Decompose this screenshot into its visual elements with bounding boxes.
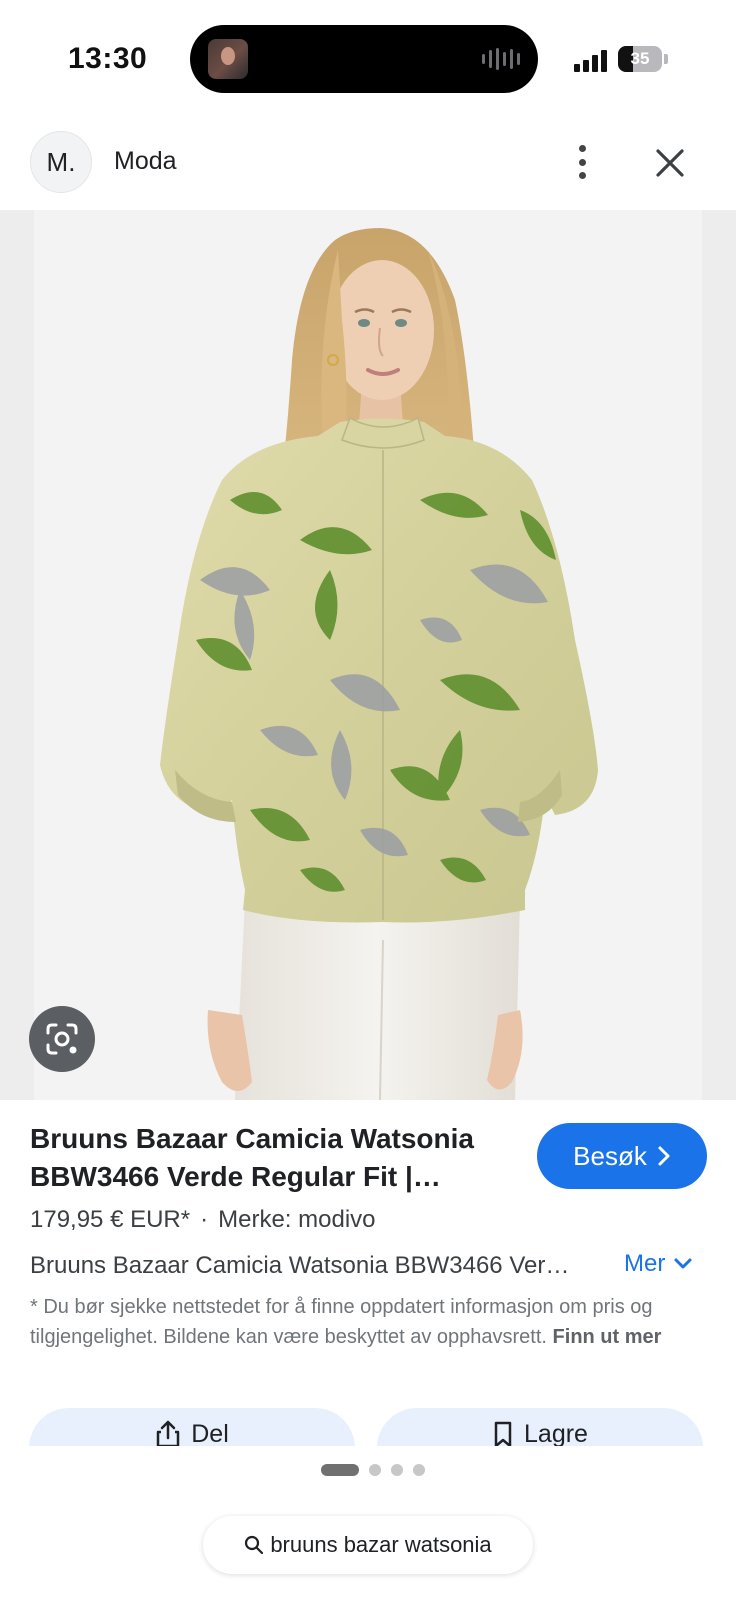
page-dot-active bbox=[321, 1464, 359, 1476]
visit-button[interactable]: Besøk bbox=[537, 1123, 707, 1189]
more-vert-icon[interactable] bbox=[566, 143, 598, 181]
share-icon bbox=[156, 1420, 180, 1446]
product-meta: 179,95 € EUR* · Merke: modivo bbox=[30, 1206, 376, 1234]
viewer-header: M. Moda bbox=[0, 125, 736, 210]
dynamic-island[interactable] bbox=[190, 25, 538, 93]
page-dot bbox=[391, 1464, 403, 1476]
battery-cap bbox=[664, 54, 668, 64]
product-title[interactable]: Bruuns Bazaar Camicia Watsonia BBW3466 V… bbox=[30, 1120, 510, 1196]
now-playing-thumbnail bbox=[208, 39, 248, 79]
chevron-right-icon bbox=[658, 1146, 670, 1166]
meta-separator: · bbox=[200, 1206, 209, 1233]
page-indicator[interactable] bbox=[321, 1464, 425, 1476]
search-query-pill[interactable]: bruuns bazar watsonia bbox=[203, 1516, 533, 1574]
battery-icon: 35 bbox=[618, 46, 662, 72]
action-row: Del Lagre bbox=[0, 1408, 736, 1446]
product-price: 179,95 € EUR* bbox=[30, 1206, 191, 1233]
share-label: Del bbox=[191, 1420, 229, 1446]
chevron-down-icon bbox=[674, 1258, 692, 1269]
more-button[interactable]: Mer bbox=[624, 1250, 693, 1278]
search-icon bbox=[245, 1535, 264, 1555]
status-bar: 13:30 35 bbox=[0, 0, 736, 120]
page-dot bbox=[369, 1464, 381, 1476]
lens-button[interactable] bbox=[29, 1006, 95, 1072]
page-dot bbox=[413, 1464, 425, 1476]
search-query: bruuns bazar watsonia bbox=[270, 1532, 492, 1557]
learn-more-link[interactable]: Finn ut mer bbox=[553, 1326, 662, 1348]
source-initial: M. bbox=[46, 146, 76, 177]
product-description: Bruuns Bazaar Camicia Watsonia BBW3466 V… bbox=[30, 1252, 570, 1279]
product-brand: Merke: modivo bbox=[218, 1206, 376, 1233]
disclaimer: * Du bør sjekke nettstedet for å finne o… bbox=[30, 1292, 706, 1352]
save-button[interactable]: Lagre bbox=[377, 1408, 703, 1446]
signal-icon bbox=[574, 48, 607, 72]
sound-wave-icon bbox=[482, 48, 520, 70]
lens-icon bbox=[46, 1023, 78, 1055]
battery-level: 35 bbox=[630, 49, 650, 68]
product-photo bbox=[160, 228, 598, 1100]
close-icon[interactable] bbox=[652, 145, 688, 181]
product-image[interactable] bbox=[0, 210, 736, 1100]
source-avatar[interactable]: M. bbox=[30, 131, 92, 193]
status-time: 13:30 bbox=[68, 42, 148, 75]
bookmark-icon bbox=[494, 1421, 512, 1446]
visit-button-label: Besøk bbox=[573, 1140, 647, 1171]
save-label: Lagre bbox=[524, 1420, 588, 1446]
share-button[interactable]: Del bbox=[29, 1408, 355, 1446]
more-label: Mer bbox=[624, 1250, 666, 1277]
source-name[interactable]: Moda bbox=[114, 147, 177, 176]
